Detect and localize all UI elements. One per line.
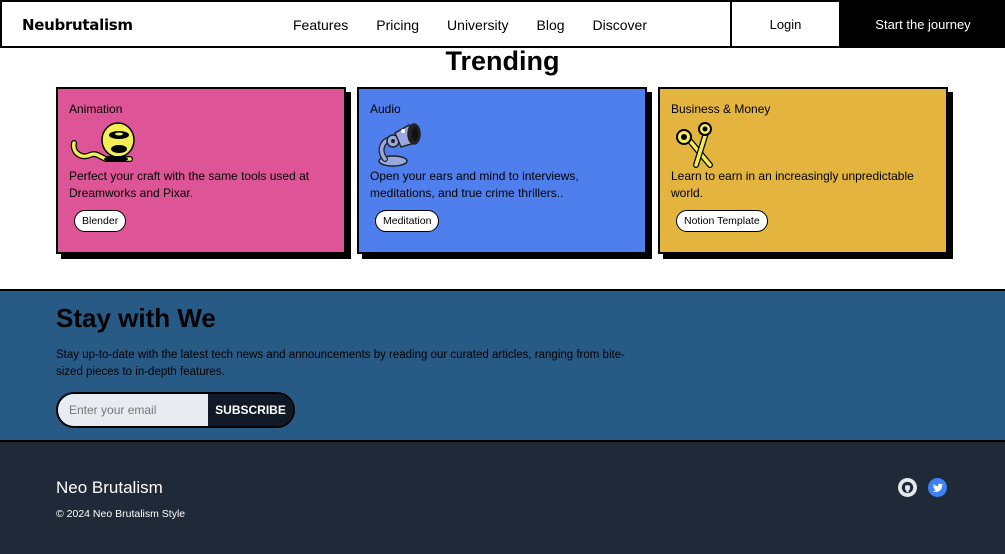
trending-card-business[interactable]: Business & Money Learn to earn in an inc… <box>658 87 948 254</box>
nav-links: Features Pricing University Blog Discove… <box>293 17 675 33</box>
trending-title: Trending <box>445 46 560 76</box>
nav-link-features[interactable]: Features <box>293 17 348 33</box>
nav-link-pricing[interactable]: Pricing <box>376 17 419 33</box>
nav-link-university[interactable]: University <box>447 17 508 33</box>
tag-blender[interactable]: Blender <box>74 210 127 232</box>
footer: Neo Brutalism © 2024 Neo Brutalism Style <box>0 442 1005 554</box>
tag-notion-template[interactable]: Notion Template <box>676 210 768 232</box>
brand-logo[interactable]: Neubrutalism <box>22 16 133 34</box>
card-category: Audio <box>370 102 401 116</box>
card-category: Animation <box>69 102 123 116</box>
start-journey-button[interactable]: Start the journey <box>839 0 1005 48</box>
scissors-icon <box>676 122 713 168</box>
card-description: Open your ears and mind to interviews, m… <box>370 169 579 200</box>
subscribe-button[interactable]: SUBSCRIBE <box>208 394 293 426</box>
trending-card-audio[interactable]: Audio Open your ears and mind to intervi… <box>357 87 647 254</box>
tag-meditation[interactable]: Meditation <box>375 210 440 232</box>
nav-link-blog[interactable]: Blog <box>537 17 565 33</box>
card-description: Learn to earn in an increasingly unpredi… <box>671 169 914 200</box>
footer-copyright: © 2024 Neo Brutalism Style <box>56 508 186 520</box>
twitter-icon[interactable] <box>928 478 947 497</box>
newsletter-section: Stay with We Stay up-to-date with the la… <box>0 289 1005 442</box>
email-input[interactable] <box>58 394 208 426</box>
login-button[interactable]: Login <box>730 0 839 48</box>
github-icon[interactable] <box>898 478 917 497</box>
trending-card-animation[interactable]: Animation Perfect your craft with the sa… <box>56 87 346 254</box>
card-category: Business & Money <box>671 102 771 116</box>
nav-link-discover[interactable]: Discover <box>593 17 647 33</box>
card-description: Perfect your craft with the same tools u… <box>69 169 310 200</box>
twitter-icon <box>932 483 943 492</box>
footer-title: Neo Brutalism <box>56 478 163 497</box>
animation-creature-icon <box>70 122 135 162</box>
github-icon <box>901 481 914 494</box>
newsletter-title: Stay with We <box>56 303 216 333</box>
subscribe-form: SUBSCRIBE <box>56 392 295 428</box>
newsletter-text: Stay up-to-date with the latest tech new… <box>56 349 625 378</box>
navbar: Neubrutalism Features Pricing University… <box>0 0 1005 48</box>
audio-lamp-icon <box>378 123 421 167</box>
